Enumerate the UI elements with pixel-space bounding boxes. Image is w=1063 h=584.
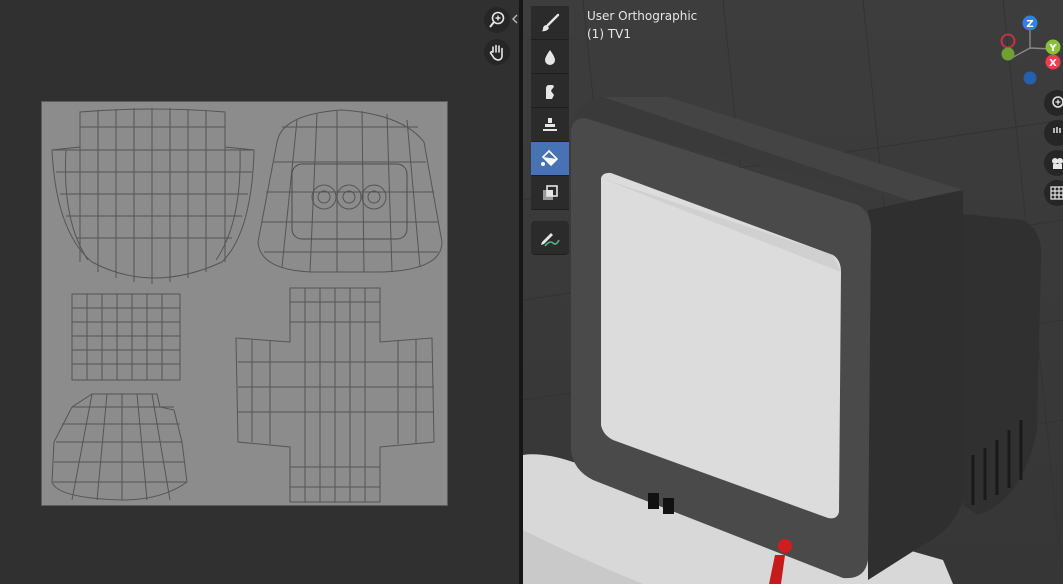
mask-icon bbox=[543, 184, 558, 200]
uv-island-grid bbox=[71, 293, 181, 381]
collapse-sidebar-button[interactable] bbox=[511, 12, 519, 26]
pan-button[interactable] bbox=[484, 39, 510, 65]
uv-island-cross bbox=[235, 287, 435, 503]
tool-smear[interactable] bbox=[531, 74, 569, 108]
tool-fill[interactable] bbox=[531, 142, 569, 176]
gizmo-neg-z-axis[interactable] bbox=[1023, 71, 1037, 85]
gizmo-neg-y-axis[interactable] bbox=[1001, 47, 1015, 61]
viewport-camera-button[interactable] bbox=[1044, 150, 1063, 176]
tool-annotate[interactable] bbox=[531, 221, 569, 255]
tool-soften[interactable] bbox=[531, 40, 569, 74]
uv-island-front bbox=[257, 109, 443, 273]
zoom-button[interactable] bbox=[484, 7, 510, 33]
uv-texture-canvas[interactable] bbox=[41, 101, 448, 506]
tv-model-scene bbox=[523, 0, 1063, 584]
camera-icon bbox=[1052, 158, 1063, 169]
view-name-label: User Orthographic bbox=[587, 9, 698, 23]
pan-icon bbox=[489, 44, 503, 61]
zoom-icon bbox=[489, 11, 505, 28]
uv-editor-panel bbox=[0, 0, 519, 584]
annotate-icon bbox=[541, 232, 560, 247]
paint-toolbar bbox=[531, 6, 569, 210]
fill-icon bbox=[541, 149, 559, 166]
gizmo-x-label: X bbox=[1049, 58, 1057, 69]
grid-icon bbox=[1050, 186, 1063, 200]
draw-brush-icon bbox=[541, 13, 560, 31]
chevron-left-icon bbox=[512, 14, 518, 24]
3d-viewport[interactable]: User Orthographic (1) TV1 Z Y X bbox=[523, 0, 1063, 584]
axis-gizmo[interactable]: Z Y X bbox=[998, 6, 1063, 86]
zoom-icon bbox=[1052, 96, 1063, 108]
pan-icon bbox=[1053, 127, 1061, 133]
viewport-grid-button[interactable] bbox=[1044, 180, 1063, 206]
tool-draw-brush[interactable] bbox=[531, 6, 569, 40]
viewport-pan-button[interactable] bbox=[1044, 120, 1063, 146]
gizmo-neg-x-axis[interactable] bbox=[1000, 33, 1016, 49]
active-object-label: (1) TV1 bbox=[587, 27, 631, 41]
smear-icon bbox=[546, 84, 554, 99]
tool-clone[interactable] bbox=[531, 108, 569, 142]
uv-islands bbox=[51, 108, 443, 503]
viewport-zoom-button[interactable] bbox=[1044, 90, 1063, 116]
tool-mask[interactable] bbox=[531, 176, 569, 210]
uv-island-stand bbox=[51, 393, 188, 501]
gizmo-y-label: Y bbox=[1048, 43, 1057, 54]
uv-island-back bbox=[51, 108, 255, 284]
soften-icon bbox=[545, 49, 555, 65]
gizmo-z-label: Z bbox=[1026, 19, 1033, 30]
clone-icon bbox=[543, 117, 557, 131]
